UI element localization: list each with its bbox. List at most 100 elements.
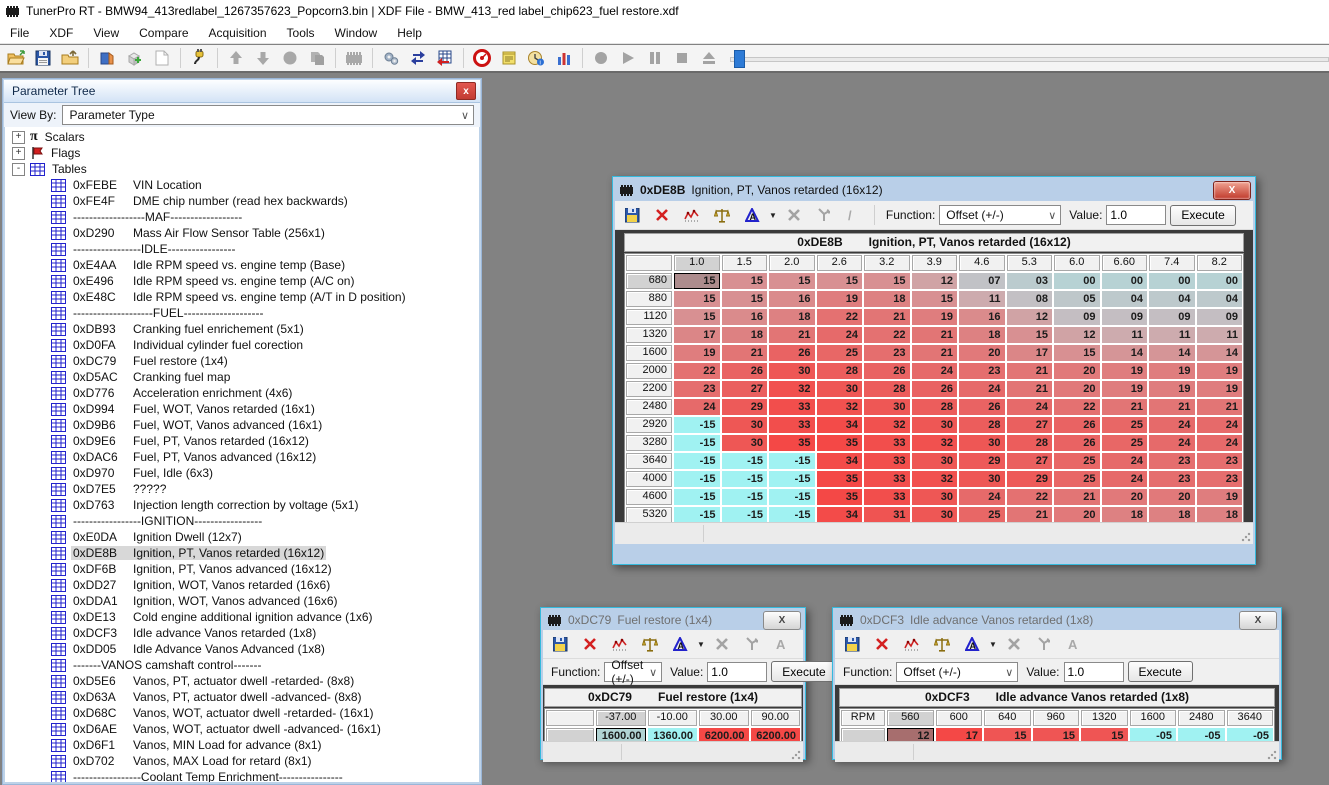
table-cell[interactable]: 20	[1054, 363, 1100, 379]
table-cell[interactable]: 21	[864, 309, 910, 325]
menu-tools[interactable]: Tools	[277, 23, 325, 43]
tree-expander-icon[interactable]: +	[12, 147, 25, 160]
tree-item-separator[interactable]: -----------------IGNITION---------------…	[5, 513, 479, 529]
table-cell[interactable]: 21	[912, 327, 958, 343]
table-cell[interactable]: 15	[864, 273, 910, 289]
table-cell[interactable]: 19	[1197, 489, 1243, 505]
table-cell[interactable]: 23	[674, 381, 720, 397]
new-document-button[interactable]	[149, 46, 173, 70]
disabled-y-arrow-button[interactable]	[811, 203, 837, 227]
table-cell[interactable]: 14	[1149, 345, 1195, 361]
table-cell[interactable]: 21	[1007, 363, 1053, 379]
table-cell[interactable]: -15	[674, 417, 720, 433]
column-header[interactable]: 560	[887, 710, 934, 726]
function-combobox[interactable]: Offset (+/-) ∨	[939, 205, 1061, 225]
table-cell[interactable]: 23	[1149, 453, 1195, 469]
table-cell[interactable]: -15	[722, 489, 768, 505]
table-cell[interactable]: 33	[864, 489, 910, 505]
da-record-button[interactable]	[589, 46, 613, 70]
table-cell[interactable]: 24	[1149, 417, 1195, 433]
tree-root-tables[interactable]: -Tables	[5, 161, 479, 177]
table-cell[interactable]: 1360.00	[648, 728, 698, 741]
table-cell[interactable]: 18	[722, 327, 768, 343]
row-header[interactable]: 4600	[626, 489, 672, 505]
editor-titlebar[interactable]: 0xDCF3 Idle advance Vanos retarded (1x8)…	[835, 610, 1279, 630]
table-cell[interactable]: 30	[959, 435, 1005, 451]
menu-compare[interactable]: Compare	[129, 23, 198, 43]
table-cell[interactable]: 15	[1033, 728, 1080, 741]
table-cell[interactable]: 18	[1102, 507, 1148, 522]
table-cell[interactable]: 18	[864, 291, 910, 307]
tree-item-0xD0FA[interactable]: 0xD0FAIndividual cylinder fuel corection	[5, 337, 479, 353]
table-cell[interactable]: 19	[912, 309, 958, 325]
close-bin-button[interactable]	[58, 46, 82, 70]
table-cell[interactable]: 24	[1149, 435, 1195, 451]
menu-view[interactable]: View	[83, 23, 129, 43]
disabled-x-button[interactable]	[709, 632, 735, 656]
tree-item-0xD6F1[interactable]: 0xD6F1Vanos, MIN Load for advance (8x1)	[5, 737, 479, 753]
da-eject-button[interactable]	[697, 46, 721, 70]
table-cell[interactable]: 11	[959, 291, 1005, 307]
disabled-a-button[interactable]: A	[769, 632, 795, 656]
table-cell[interactable]: 25	[1102, 435, 1148, 451]
table-cell[interactable]: 27	[1007, 453, 1053, 469]
parameter-tree-close-button[interactable]: x	[456, 82, 476, 100]
table-cell[interactable]: 33	[864, 453, 910, 469]
table-cell[interactable]: 24	[959, 489, 1005, 505]
table-cell[interactable]: 12	[887, 728, 934, 741]
table-cell[interactable]: 30	[864, 399, 910, 415]
tree-item-0xD7E5[interactable]: 0xD7E5?????	[5, 481, 479, 497]
table-cell[interactable]: 11	[1102, 327, 1148, 343]
tree-item-0xD9E6[interactable]: 0xD9E6Fuel, PT, Vanos retarded (16x12)	[5, 433, 479, 449]
table-cell[interactable]: 15	[674, 309, 720, 325]
table-cell[interactable]: 20	[1149, 489, 1195, 505]
table-cell[interactable]: 18	[769, 309, 815, 325]
table-cell[interactable]: 29	[959, 453, 1005, 469]
table-cell[interactable]: 15	[769, 273, 815, 289]
table-cell[interactable]: 23	[959, 363, 1005, 379]
table-cell[interactable]: 21	[1054, 489, 1100, 505]
table-cell[interactable]: 09	[1149, 309, 1195, 325]
table-cell[interactable]: 15	[674, 273, 720, 289]
editor-window-0xDCF3[interactable]: 0xDCF3 Idle advance Vanos retarded (1x8)…	[832, 607, 1282, 760]
disabled-x-button[interactable]	[1001, 632, 1027, 656]
editor-window-0xDC79[interactable]: 0xDC79 Fuel restore (1x4) X A ▼ A Functi…	[540, 607, 806, 760]
menu-window[interactable]: Window	[325, 23, 388, 43]
function-combobox[interactable]: Offset (+/-) ∨	[896, 662, 1018, 682]
row-header[interactable]: 1120	[626, 309, 672, 325]
save-bin-button[interactable]	[31, 46, 55, 70]
table-cell[interactable]: 31	[864, 507, 910, 522]
table-corner-cell[interactable]: RPM	[841, 710, 885, 726]
value-input[interactable]	[707, 662, 767, 682]
edit-axis-button[interactable]: A	[667, 632, 693, 656]
row-header[interactable]: 1320	[626, 327, 672, 343]
table-cell[interactable]: 24	[912, 363, 958, 379]
editor-titlebar[interactable]: 0xDC79 Fuel restore (1x4) X	[543, 610, 803, 630]
compare-bins-button[interactable]	[95, 46, 119, 70]
save-button[interactable]	[547, 632, 573, 656]
table-cell[interactable]: 19	[1102, 363, 1148, 379]
acquisition-plug-button[interactable]	[187, 46, 211, 70]
table-corner-cell[interactable]	[546, 710, 594, 726]
editor-titlebar[interactable]: 0xDE8B Ignition, PT, Vanos retarded (16x…	[615, 179, 1253, 201]
table-cell[interactable]: 28	[817, 363, 863, 379]
tree-item-0xE48C[interactable]: 0xE48CIdle RPM speed vs. engine temp (A/…	[5, 289, 479, 305]
table-cell[interactable]: 21	[1007, 507, 1053, 522]
table-cell[interactable]: 27	[722, 381, 768, 397]
copy-pages-button[interactable]	[305, 46, 329, 70]
table-cell[interactable]: 21	[912, 345, 958, 361]
row-header[interactable]: 3280	[626, 435, 672, 451]
emulator-chip-button[interactable]	[342, 46, 366, 70]
edit-axis-button[interactable]: A	[739, 203, 765, 227]
table-cell[interactable]: 15	[1081, 728, 1128, 741]
da-play-button[interactable]	[616, 46, 640, 70]
dashboard-gauge-button[interactable]	[470, 46, 494, 70]
table-cell[interactable]: 30	[817, 381, 863, 397]
tree-item-0xD9B6[interactable]: 0xD9B6Fuel, WOT, Vanos advanced (16x1)	[5, 417, 479, 433]
column-header[interactable]: 2.6	[817, 255, 863, 271]
table-cell[interactable]: 18	[1197, 507, 1243, 522]
table-cell[interactable]: 23	[1149, 471, 1195, 487]
table-cell[interactable]: 24	[1197, 417, 1243, 433]
column-header[interactable]: 5.3	[1007, 255, 1053, 271]
column-header[interactable]: 1.0	[674, 255, 720, 271]
